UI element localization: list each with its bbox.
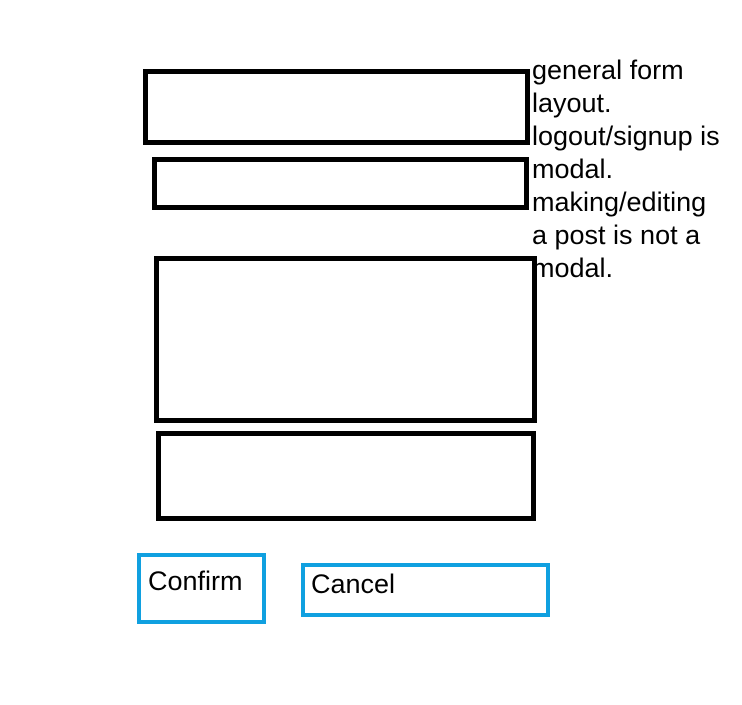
note-line: modal. xyxy=(532,253,614,283)
form-field-1[interactable] xyxy=(143,69,530,145)
note-line: layout. xyxy=(532,88,612,118)
form-field-3[interactable] xyxy=(154,256,537,423)
cancel-button[interactable]: Cancel xyxy=(301,563,550,617)
note-line: logout/signup is xyxy=(532,121,720,151)
note-line: general form xyxy=(532,55,684,85)
cancel-button-label: Cancel xyxy=(311,569,396,599)
annotation-note: general form layout. logout/signup is mo… xyxy=(532,54,740,285)
form-field-4[interactable] xyxy=(156,431,536,521)
confirm-button[interactable]: Confirm xyxy=(137,553,266,624)
note-line: making/editing xyxy=(532,187,707,217)
note-line: a post is not a xyxy=(532,220,701,250)
confirm-button-label: Confirm xyxy=(148,566,243,596)
form-field-2[interactable] xyxy=(152,157,529,210)
note-line: modal. xyxy=(532,154,614,184)
